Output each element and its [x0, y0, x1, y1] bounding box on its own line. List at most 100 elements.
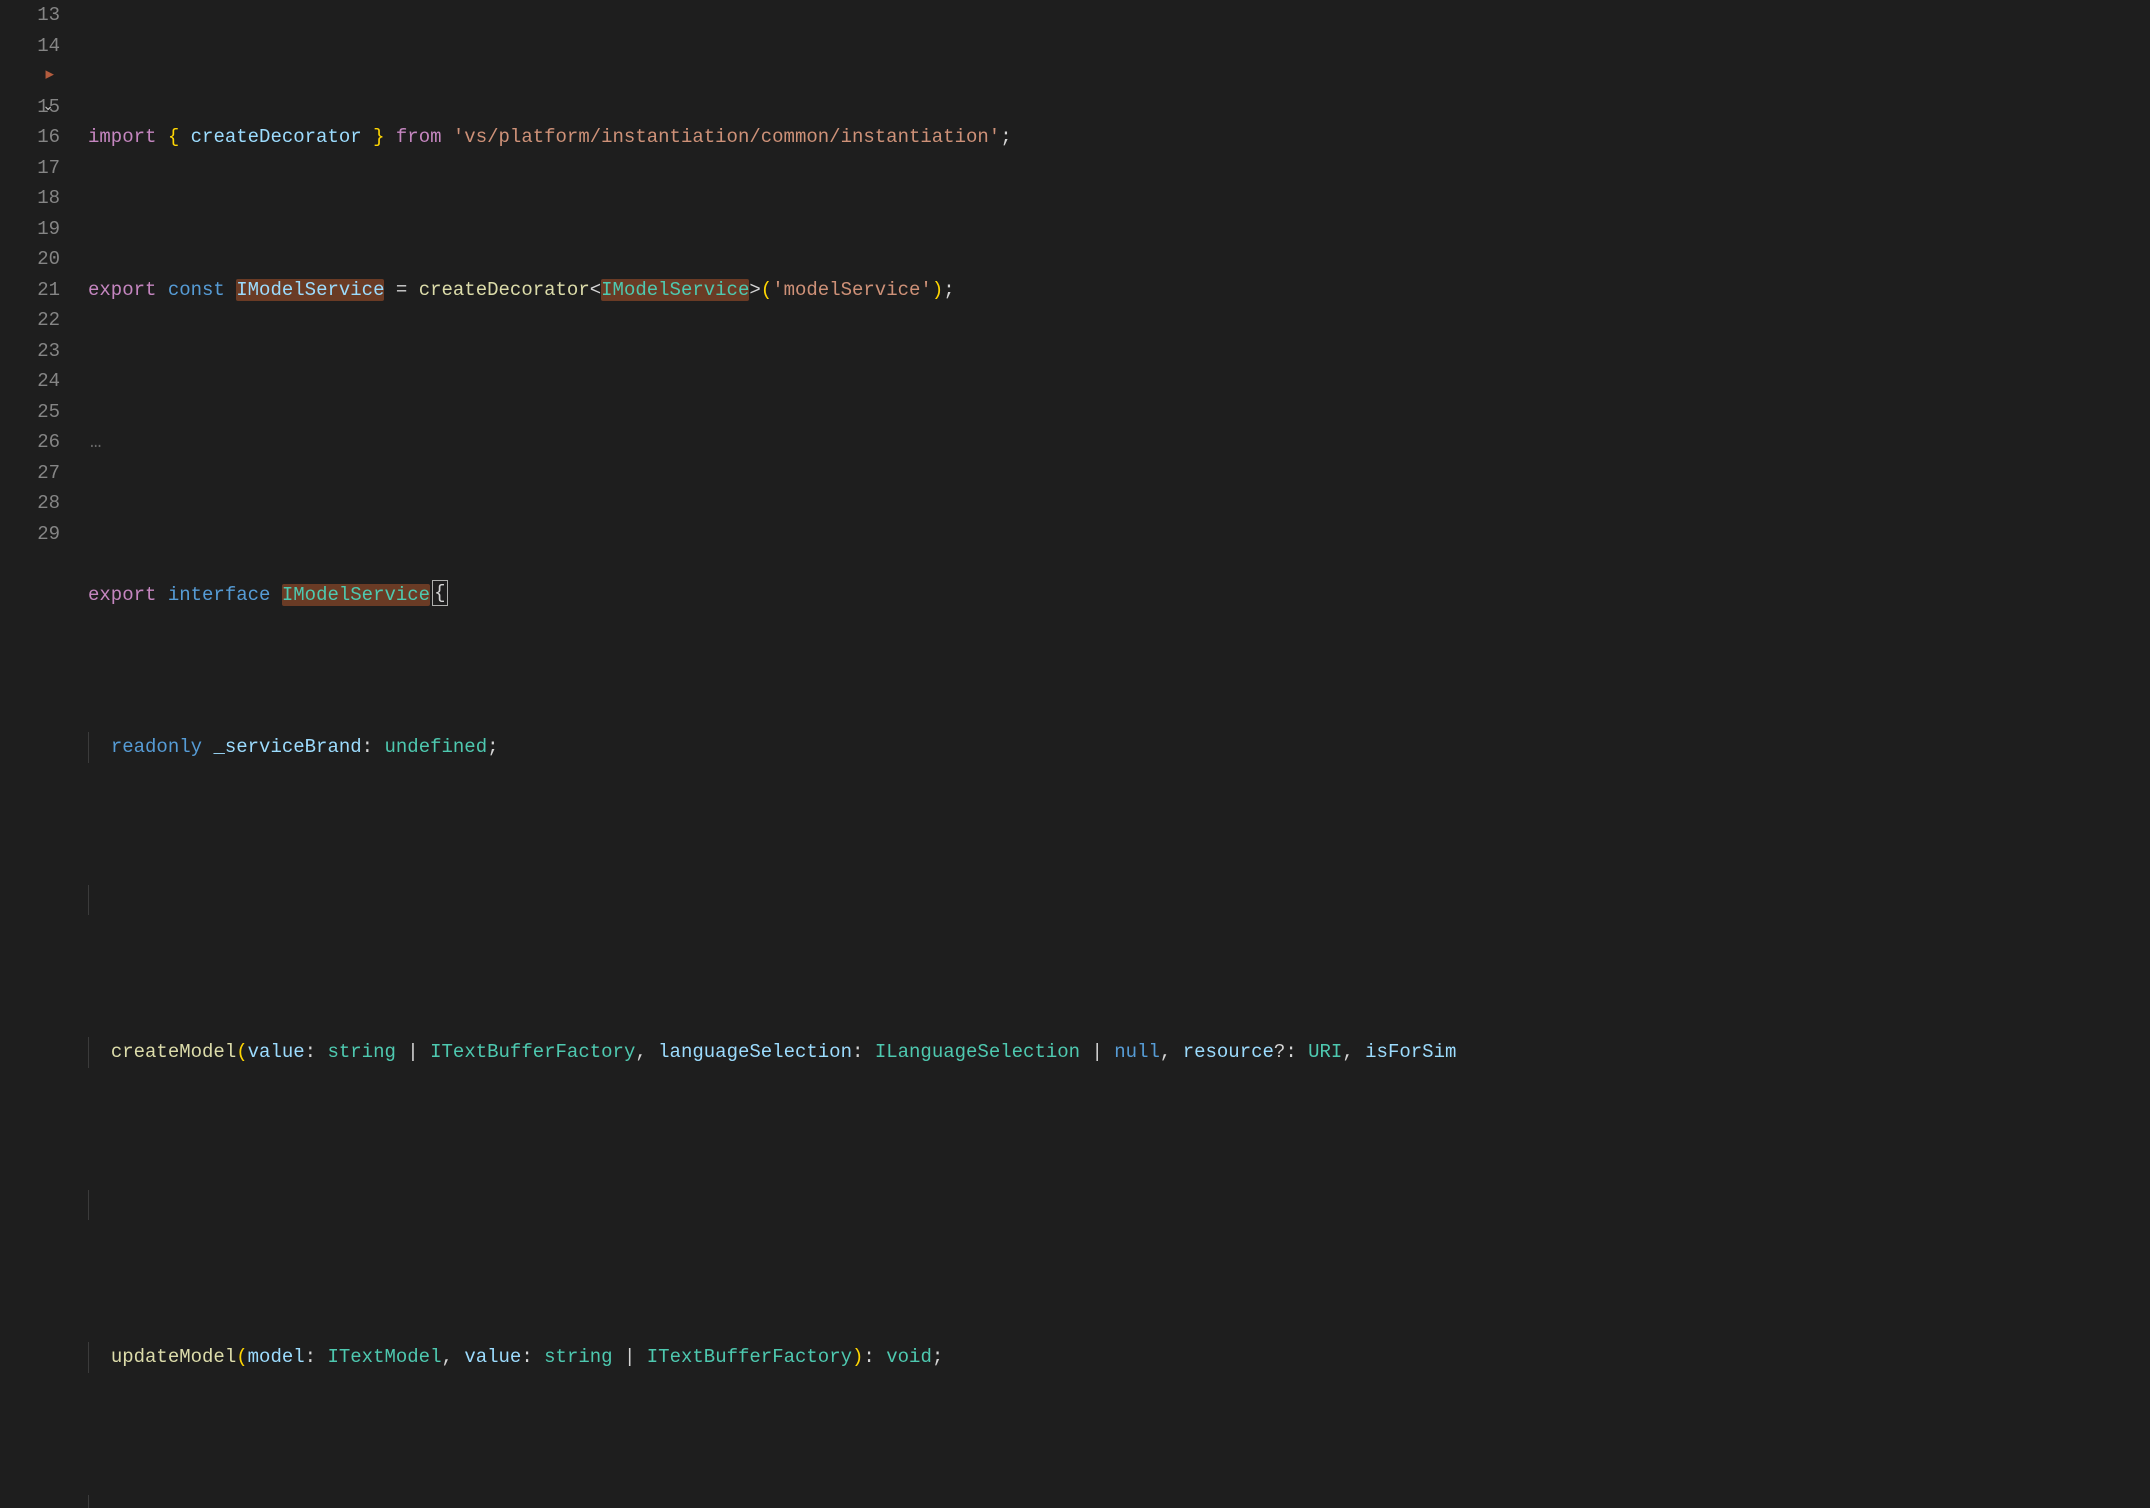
- line-number: 26: [0, 427, 60, 458]
- space: [270, 584, 281, 606]
- line-number: 20: [0, 244, 60, 275]
- keyword-const: const: [168, 279, 225, 301]
- optional: ?: [1274, 1041, 1285, 1063]
- param: languageSelection: [658, 1041, 852, 1063]
- colon: :: [863, 1346, 886, 1368]
- keyword-interface: interface: [168, 584, 271, 606]
- code-line[interactable]: [88, 1495, 2150, 1508]
- keyword-export: export: [88, 584, 156, 606]
- keyword-from: from: [396, 126, 442, 148]
- code-line[interactable]: updateModel(model: ITextModel, value: st…: [88, 1342, 2150, 1373]
- indent-guide: [88, 1342, 89, 1373]
- code-content[interactable]: import { createDecorator } from 'vs/plat…: [88, 0, 2150, 754]
- identifier-highlighted: IModelService: [236, 279, 384, 301]
- colon: :: [852, 1041, 875, 1063]
- comma: ,: [442, 1346, 465, 1368]
- line-number: 24: [0, 366, 60, 397]
- truncation-arrow-icon: ▶: [46, 71, 54, 82]
- paren-close: ): [932, 279, 943, 301]
- type: string: [544, 1346, 612, 1368]
- type: ITextModel: [327, 1346, 441, 1368]
- type-highlighted: IModelService: [601, 279, 749, 301]
- space: [442, 126, 453, 148]
- line-number: 27: [0, 458, 60, 489]
- code-line[interactable]: createModel(value: string | ITextBufferF…: [88, 1037, 2150, 1068]
- line-number: 13: [0, 0, 60, 31]
- code-line[interactable]: import { createDecorator } from 'vs/plat…: [88, 122, 2150, 153]
- fold-toggle-icon[interactable]: ⌄: [42, 100, 54, 114]
- param: isForSim: [1365, 1041, 1456, 1063]
- space: [156, 584, 167, 606]
- code-line[interactable]: [88, 885, 2150, 916]
- equals: =: [384, 279, 418, 301]
- semicolon: ;: [1000, 126, 1011, 148]
- function-name: createDecorator: [419, 279, 590, 301]
- line-number-gutter: 13 14 ▶ 15 ⌄ 16 17 18 19 20 21 22 23 24 …: [0, 0, 88, 754]
- method-name: createModel: [111, 1041, 236, 1063]
- indent-guide: [88, 1495, 89, 1508]
- colon: :: [362, 736, 385, 758]
- union: |: [613, 1346, 647, 1368]
- type: ITextBufferFactory: [430, 1041, 635, 1063]
- indent-guide: [88, 732, 89, 763]
- folded-ellipsis[interactable]: …: [88, 427, 2150, 458]
- param: value: [464, 1346, 521, 1368]
- line-number: 14: [0, 31, 60, 62]
- line-number: 22: [0, 305, 60, 336]
- paren-open: (: [761, 279, 772, 301]
- space: [202, 736, 213, 758]
- folded-indicator-row: ▶: [0, 61, 60, 92]
- comma: ,: [635, 1041, 658, 1063]
- code-editor[interactable]: 13 14 ▶ 15 ⌄ 16 17 18 19 20 21 22 23 24 …: [0, 0, 2150, 754]
- union: |: [396, 1041, 430, 1063]
- code-line[interactable]: [88, 1190, 2150, 1221]
- semicolon: ;: [943, 279, 954, 301]
- line-number: 15 ⌄: [0, 92, 60, 123]
- identifier: createDecorator: [191, 126, 362, 148]
- line-number: 17: [0, 153, 60, 184]
- paren-open: (: [236, 1041, 247, 1063]
- union: |: [1080, 1041, 1114, 1063]
- type: undefined: [384, 736, 487, 758]
- line-number: 29: [0, 519, 60, 550]
- null: null: [1114, 1041, 1160, 1063]
- code-line[interactable]: export interface IModelService{: [88, 580, 2150, 611]
- type-highlighted: IModelService: [282, 584, 430, 606]
- keyword-import: import: [88, 126, 156, 148]
- type: ITextBufferFactory: [647, 1346, 852, 1368]
- angle-close: >: [749, 279, 760, 301]
- indent-guide: [88, 1190, 89, 1221]
- line-number: 21: [0, 275, 60, 306]
- semicolon: ;: [932, 1346, 943, 1368]
- semicolon: ;: [487, 736, 498, 758]
- type: URI: [1308, 1041, 1342, 1063]
- code-line[interactable]: readonly _serviceBrand: undefined;: [88, 732, 2150, 763]
- code-line[interactable]: export const IModelService = createDecor…: [88, 275, 2150, 306]
- angle-open: <: [590, 279, 601, 301]
- space: [384, 126, 395, 148]
- space: [156, 279, 167, 301]
- line-number: 19: [0, 214, 60, 245]
- comma: ,: [1160, 1041, 1183, 1063]
- type: void: [886, 1346, 932, 1368]
- colon: :: [305, 1041, 328, 1063]
- param: resource: [1183, 1041, 1274, 1063]
- indent-guide: [88, 885, 89, 916]
- keyword-readonly: readonly: [111, 736, 202, 758]
- line-number: 25: [0, 397, 60, 428]
- space: [225, 279, 236, 301]
- identifier: _serviceBrand: [213, 736, 361, 758]
- line-number: 23: [0, 336, 60, 367]
- colon: :: [305, 1346, 328, 1368]
- line-number: 18: [0, 183, 60, 214]
- colon: :: [521, 1346, 544, 1368]
- space: [156, 126, 167, 148]
- colon: :: [1285, 1041, 1308, 1063]
- brace-close: }: [373, 126, 384, 148]
- paren-open: (: [236, 1346, 247, 1368]
- type: ILanguageSelection: [875, 1041, 1080, 1063]
- space: [362, 126, 373, 148]
- keyword-export: export: [88, 279, 156, 301]
- brace-open: {: [168, 126, 179, 148]
- cursor-brace: {: [432, 580, 447, 606]
